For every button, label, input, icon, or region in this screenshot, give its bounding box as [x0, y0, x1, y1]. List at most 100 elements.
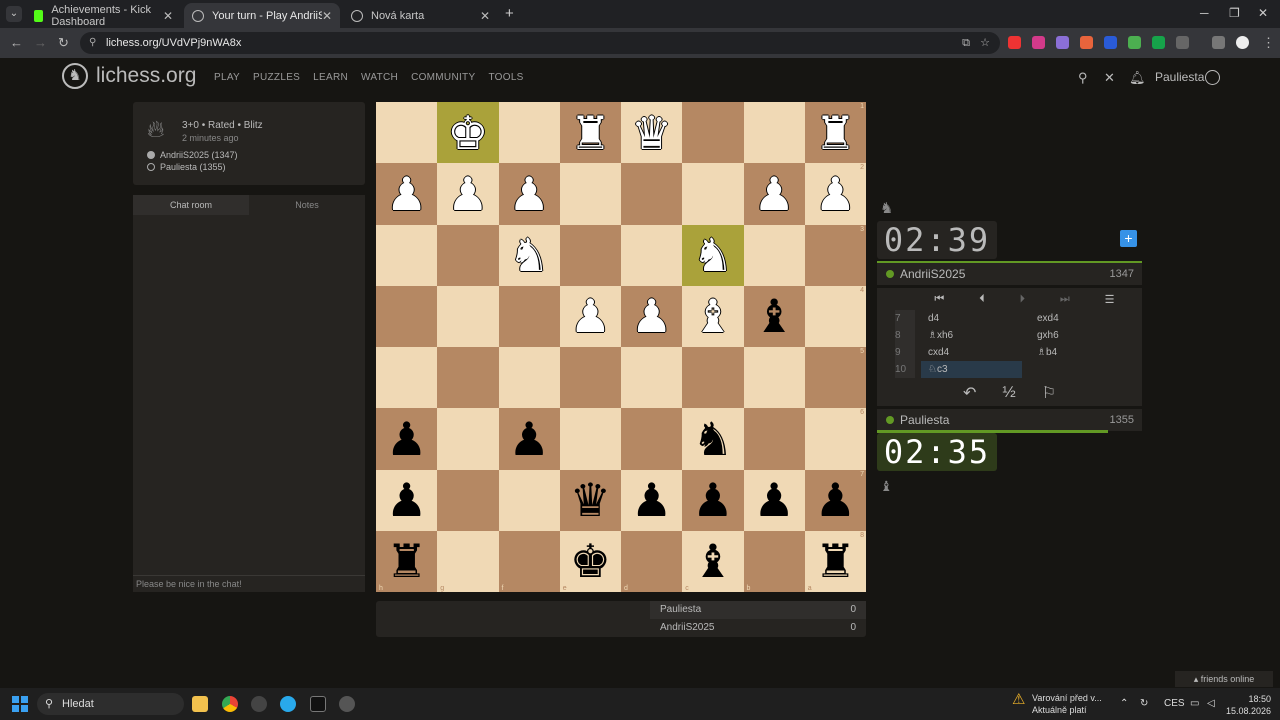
bell-icon[interactable]: 🔔︎ [1129, 70, 1146, 86]
black-move[interactable]: exd4 [1037, 310, 1059, 327]
profile-avatar[interactable] [1236, 36, 1249, 49]
chess-piece-icon[interactable]: ♝ [692, 538, 733, 584]
chess-piece-icon[interactable]: ♝ [692, 293, 733, 339]
minimize-icon[interactable]: ─ [1200, 6, 1209, 20]
square-f7[interactable] [498, 469, 560, 531]
window-close-icon[interactable]: ✕ [1258, 6, 1268, 20]
square-h7[interactable]: ♟ [376, 469, 438, 531]
chessboard[interactable]: ♚ ♜ ♛ ♜ 1 ♟ ♟ ♟ ♟ ♟ 2 ♞ ♞ 3 ♟ ♟ ♝ ♝ 4 5 ♟ ♟ ♞ 6 ♟ ♛ ♟ ♟ ♟ ♟ 7 ♜ h g f ♚ e d ♝ c… [376, 102, 866, 592]
square-h5[interactable] [376, 347, 438, 409]
tab-kick[interactable]: Achievements - Kick Dashboard ✕ [26, 3, 181, 28]
extensions-puzzle-icon[interactable] [1176, 36, 1189, 49]
square-e1[interactable]: ♜ [559, 102, 621, 164]
square-g5[interactable] [437, 347, 499, 409]
square-b8[interactable]: b [743, 530, 805, 592]
white-move[interactable]: ♘c3 [921, 361, 1022, 378]
square-d5[interactable] [621, 347, 683, 409]
square-g8[interactable]: g [437, 530, 499, 592]
square-f6[interactable]: ♟ [498, 408, 560, 470]
chess-piece-icon[interactable]: ♚ [447, 110, 488, 156]
app-icon[interactable] [251, 696, 267, 712]
url-field[interactable]: ⚲ lichess.org/UVdVPj9nWA8x ⧉ ☆ [80, 32, 1000, 54]
square-h3[interactable] [376, 224, 438, 286]
square-d7[interactable]: ♟ [621, 469, 683, 531]
chess-piece-icon[interactable]: ♟ [815, 171, 856, 217]
square-h8[interactable]: ♜ h [376, 530, 438, 592]
extension-icon[interactable] [1128, 36, 1141, 49]
close-icon[interactable]: ✕ [163, 9, 173, 23]
forward-icon[interactable]: → [34, 35, 47, 50]
bookmark-star-icon[interactable]: ☆ [980, 32, 990, 54]
opponent-player-line[interactable]: AndriiS2025 1347 [877, 263, 1142, 285]
tab-notes[interactable]: Notes [249, 195, 365, 215]
chrome-icon[interactable] [222, 696, 238, 712]
extension-icon[interactable] [1032, 36, 1045, 49]
chess-piece-icon[interactable]: ♞ [692, 416, 733, 462]
square-f5[interactable] [498, 347, 560, 409]
square-a5[interactable]: 5 [804, 347, 866, 409]
square-c4[interactable]: ♝ [682, 285, 744, 347]
square-a4[interactable]: 4 [804, 285, 866, 347]
square-d6[interactable] [621, 408, 683, 470]
square-a3[interactable]: 3 [804, 224, 866, 286]
square-f8[interactable]: f [498, 530, 560, 592]
menu-icon[interactable]: ☰ [1105, 293, 1115, 306]
chess-piece-icon[interactable]: ♟ [570, 293, 611, 339]
reload-icon[interactable]: ↻ [58, 35, 69, 51]
chess-piece-icon[interactable]: ♟ [754, 477, 795, 523]
install-icon[interactable]: ⧉ [962, 32, 970, 54]
square-e5[interactable] [559, 347, 621, 409]
resign-flag-icon[interactable]: ⚐ [1042, 383, 1056, 403]
black-move[interactable]: gxh6 [1037, 327, 1059, 344]
tab-lichess[interactable]: Your turn - Play AndriiS2025 • l ✕ [184, 3, 340, 28]
first-move-icon[interactable]: ⏮ [934, 293, 944, 306]
square-c1[interactable] [682, 102, 744, 164]
my-player-line[interactable]: Pauliesta 1355 [877, 409, 1142, 431]
square-e7[interactable]: ♛ [559, 469, 621, 531]
square-c7[interactable]: ♟ [682, 469, 744, 531]
chess-piece-icon[interactable]: ♟ [386, 477, 427, 523]
tab-chat-room[interactable]: Chat room [133, 195, 249, 215]
chess-piece-icon[interactable]: ♞ [509, 232, 550, 278]
extension-icon[interactable] [1152, 36, 1165, 49]
cross-icon[interactable]: ✕ [1104, 70, 1115, 86]
square-d8[interactable]: d [621, 530, 683, 592]
square-b4[interactable]: ♝ [743, 285, 805, 347]
square-b6[interactable] [743, 408, 805, 470]
last-move-icon[interactable]: ⏭ [1060, 293, 1070, 306]
next-move-icon[interactable]: ⏵ [1020, 293, 1026, 306]
square-d4[interactable]: ♟ [621, 285, 683, 347]
square-f1[interactable] [498, 102, 560, 164]
user-menu[interactable]: Pauliesta [1155, 70, 1204, 84]
nav-tools[interactable]: TOOLS [488, 72, 523, 83]
chess-piece-icon[interactable]: ♜ [386, 538, 427, 584]
chess-piece-icon[interactable]: ♟ [509, 416, 550, 462]
nav-play[interactable]: PLAY [214, 72, 240, 83]
extension-icon[interactable] [1056, 36, 1069, 49]
close-icon[interactable]: ✕ [322, 9, 332, 23]
tray-chevron-icon[interactable]: ⌃ [1120, 698, 1128, 709]
square-g6[interactable] [437, 408, 499, 470]
chess-piece-icon[interactable]: ♞ [692, 232, 733, 278]
square-f4[interactable] [498, 285, 560, 347]
square-c5[interactable] [682, 347, 744, 409]
square-g3[interactable] [437, 224, 499, 286]
square-d1[interactable]: ♛ [621, 102, 683, 164]
new-tab-icon[interactable]: + [505, 5, 514, 22]
maximize-icon[interactable]: ❐ [1229, 6, 1240, 20]
file-explorer-icon[interactable] [192, 696, 208, 712]
square-c8[interactable]: ♝ c [682, 530, 744, 592]
app-icon[interactable] [339, 696, 355, 712]
chess-piece-icon[interactable]: ♜ [570, 110, 611, 156]
chess-piece-icon[interactable]: ♛ [631, 110, 672, 156]
chess-piece-icon[interactable]: ♟ [386, 171, 427, 217]
square-b1[interactable] [743, 102, 805, 164]
jetbrains-icon[interactable] [310, 696, 326, 712]
square-a2[interactable]: ♟ 2 [804, 163, 866, 225]
chess-piece-icon[interactable]: ♟ [631, 477, 672, 523]
extension-icon[interactable] [1080, 36, 1093, 49]
takeback-icon[interactable]: ↶ [963, 383, 976, 403]
square-d3[interactable] [621, 224, 683, 286]
site-info-icon[interactable]: ⚲ [89, 32, 96, 54]
tab-search-icon[interactable] [1212, 36, 1225, 49]
